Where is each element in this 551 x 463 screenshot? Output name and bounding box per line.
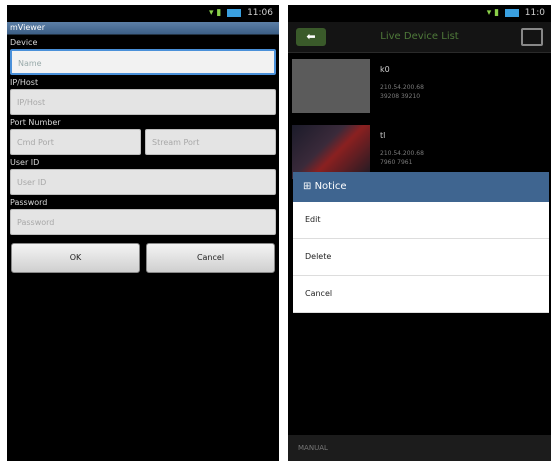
status-time-right: 11:0 [524, 8, 545, 18]
status-bar-right: ▾ ▮ 11:0 [288, 5, 551, 22]
wifi-signal-icon: ▾ ▮ [486, 8, 500, 18]
password-input[interactable]: Password [10, 209, 276, 235]
edit-option[interactable]: Edit [293, 202, 549, 239]
device-thumbnail [292, 59, 370, 113]
left-phone-screen: ▾ ▮ 11:06 mViewer Device Name IP/Host IP… [7, 5, 279, 461]
device-ports: 7960 7961 [380, 159, 413, 166]
info-icon: ⊞ [303, 181, 315, 192]
device-info: 210.54.200.68 7960 7961 [380, 149, 424, 167]
host-label: IP/Host [10, 78, 39, 87]
device-ip: 210.54.200.68 [380, 84, 424, 91]
right-phone-screen: ▾ ▮ 11:0 ⬅ Live Device List k0 210.54.20… [288, 5, 551, 461]
app-title: mViewer [10, 23, 45, 32]
manual-bar[interactable]: MANUAL [288, 435, 551, 461]
device-name-input[interactable]: Name [10, 49, 276, 75]
delete-option[interactable]: Delete [293, 239, 549, 276]
cancel-option[interactable]: Cancel [293, 276, 549, 313]
manual-label: MANUAL [298, 444, 328, 452]
device-name: tl [380, 131, 386, 140]
status-bar: ▾ ▮ 11:06 [7, 5, 279, 22]
device-name: k0 [380, 65, 390, 74]
notice-dialog-overlay: ⊞ Notice Edit Delete Cancel [288, 172, 551, 313]
device-list-item[interactable]: k0 210.54.200.68 39208 39210 [288, 59, 551, 119]
live-list-header: ⬅ Live Device List [288, 22, 551, 53]
device-label: Device [10, 38, 38, 47]
live-list-title: Live Device List [380, 31, 459, 42]
battery-icon [504, 8, 519, 17]
device-ports: 39208 39210 [380, 93, 421, 100]
notice-dialog: ⊞ Notice Edit Delete Cancel [293, 172, 549, 313]
cancel-button[interactable]: Cancel [146, 243, 275, 273]
device-ip: 210.54.200.68 [380, 150, 424, 157]
battery-icon [227, 8, 242, 17]
notice-dialog-header: ⊞ Notice [293, 172, 549, 202]
notice-title: Notice [314, 181, 347, 192]
device-info: 210.54.200.68 39208 39210 [380, 83, 424, 101]
wifi-signal-icon: ▾ ▮ [208, 8, 222, 18]
user-label: User ID [10, 158, 40, 167]
stream-port-input[interactable]: Stream Port [145, 129, 276, 155]
app-title-bar: mViewer [7, 22, 279, 35]
ok-button[interactable]: OK [11, 243, 140, 273]
device-thumbnail [292, 125, 370, 179]
host-input[interactable]: IP/Host [10, 89, 276, 115]
status-time: 11:06 [247, 8, 273, 18]
screen-icon[interactable] [521, 28, 543, 46]
port-label: Port Number [10, 118, 61, 127]
cmd-port-input[interactable]: Cmd Port [10, 129, 141, 155]
password-label: Password [10, 198, 48, 207]
user-id-input[interactable]: User ID [10, 169, 276, 195]
